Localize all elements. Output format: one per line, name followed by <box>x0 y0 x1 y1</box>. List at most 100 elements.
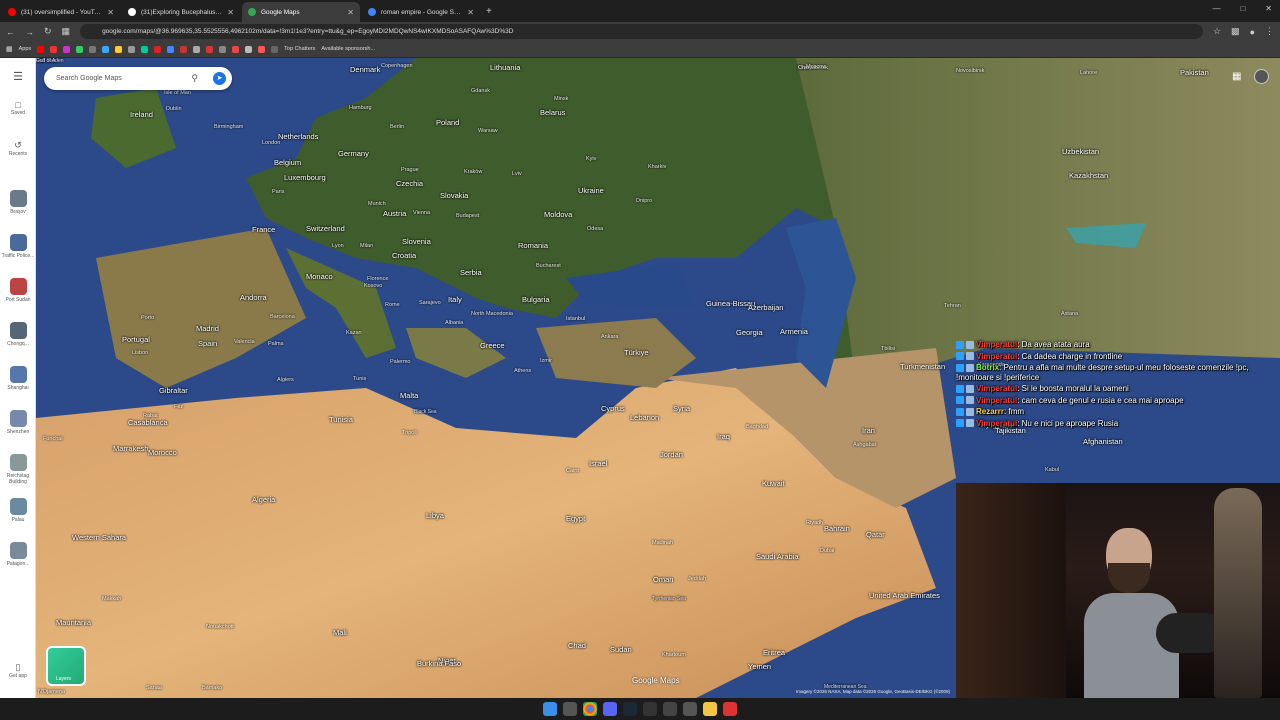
bookmark-icon[interactable] <box>154 45 162 53</box>
tab-close-icon[interactable]: ✕ <box>467 8 474 17</box>
map-place-label[interactable]: Bucharest <box>536 263 561 269</box>
map-place-label[interactable]: Riyadh <box>806 520 823 526</box>
map-place-label[interactable]: Kraków <box>464 169 482 175</box>
map-place-label[interactable]: Kyiv <box>586 156 596 162</box>
map-place-label[interactable]: Slovakia <box>440 191 468 200</box>
map-place-label[interactable]: Malta <box>400 391 418 400</box>
map-place-label[interactable]: Gibraltar <box>159 386 188 395</box>
map-place-label[interactable]: Burkina Faso <box>417 659 461 668</box>
map-place-label[interactable]: Jordan <box>660 450 683 459</box>
bookmark-icon[interactable] <box>180 45 188 53</box>
map-place-label[interactable]: Georgia <box>736 328 763 337</box>
map-place-label[interactable]: Lyon <box>332 243 344 249</box>
map-place-label[interactable]: Milan <box>360 243 373 249</box>
map-place-label[interactable]: Porto <box>141 315 154 321</box>
map-place-label[interactable]: N'Djamena <box>38 689 65 695</box>
steam-icon[interactable] <box>623 702 637 716</box>
map-place-label[interactable]: Prague <box>401 167 419 173</box>
bookmark-icon[interactable] <box>128 45 136 53</box>
map-place-label[interactable]: Yemen <box>748 662 771 671</box>
map-place-label[interactable]: Rome <box>385 302 400 308</box>
bookmark-icon[interactable] <box>102 45 110 53</box>
map-place-label[interactable]: Algiers <box>277 377 294 383</box>
bookmark-icon[interactable] <box>206 45 214 53</box>
map-place-label[interactable]: Andorra <box>240 293 267 302</box>
map-place-label[interactable]: Sanaa <box>146 685 162 691</box>
map-place-label[interactable]: Lebanon <box>630 413 659 422</box>
map-place-label[interactable]: Cairo <box>566 468 579 474</box>
map-place-label[interactable]: Isle of Man <box>164 90 191 96</box>
map-place-label[interactable]: Libya <box>426 511 444 520</box>
map-place-label[interactable]: Spain <box>198 339 217 348</box>
map-place-label[interactable]: Bulgaria <box>522 295 550 304</box>
map-place-label[interactable]: London <box>262 140 280 146</box>
map-place-label[interactable]: Pakistan <box>1180 68 1209 77</box>
apps-icon[interactable]: ▦ <box>6 45 13 53</box>
recent-place-item[interactable]: Traffic Police... <box>0 234 36 259</box>
url-field[interactable]: google.com/maps/@36.969635,35.5525556,49… <box>80 24 1203 39</box>
map-place-label[interactable]: Dubai <box>820 548 834 554</box>
bookmark-icon[interactable] <box>89 45 97 53</box>
map-place-label[interactable]: Novosibirsk <box>956 68 984 74</box>
map-place-label[interactable]: Israel <box>589 459 607 468</box>
discord-icon[interactable] <box>603 702 617 716</box>
map-place-label[interactable]: Turkmenistan <box>900 362 945 371</box>
recent-place-item[interactable]: Braşov <box>0 190 36 215</box>
map-place-label[interactable]: Azerbaijan <box>748 303 783 312</box>
tab-close-icon[interactable]: ✕ <box>107 8 114 17</box>
map-place-label[interactable]: Gulf of Aden <box>36 58 64 64</box>
search-icon[interactable]: ⚲ <box>191 67 198 90</box>
map-place-label[interactable]: Palma <box>268 341 284 347</box>
bookmark-icon[interactable] <box>141 45 149 53</box>
maximize-icon[interactable]: □ <box>1240 4 1245 13</box>
browser-tab[interactable]: (31) oversimplified - YouTube ✕ <box>2 2 120 22</box>
app-icon[interactable] <box>683 702 697 716</box>
bookmark-icon[interactable] <box>76 45 84 53</box>
map-place-label[interactable]: Tunisia <box>329 415 353 424</box>
map-place-label[interactable]: Athens <box>514 368 531 374</box>
map-place-label[interactable]: Madinah <box>652 540 673 546</box>
directions-icon[interactable]: ➤ <box>213 72 226 85</box>
map-place-label[interactable]: Tripoli <box>402 430 417 436</box>
map-place-label[interactable]: Belarus <box>540 108 565 117</box>
map-place-label[interactable]: Ashgabat <box>853 442 876 448</box>
map-place-label[interactable]: Ankara <box>601 334 618 340</box>
profile-icon[interactable]: ● <box>1250 27 1255 37</box>
map-place-label[interactable]: Mali <box>333 628 347 637</box>
browser-tab[interactable]: (31)Exploring Bucephalus: The ✕ <box>122 2 240 22</box>
map-place-label[interactable]: Sarajevo <box>419 300 441 306</box>
map-place-label[interactable]: Black Sea <box>414 409 437 415</box>
map-place-label[interactable]: North Macedonia <box>471 311 513 317</box>
menu-icon[interactable]: ☰ <box>0 70 36 83</box>
map-place-label[interactable]: Saudi Arabia <box>756 552 799 561</box>
map-place-label[interactable]: Monaco <box>306 272 333 281</box>
new-tab-icon[interactable]: + <box>486 2 492 22</box>
browser-tab[interactable]: roman empire - Google Search ✕ <box>362 2 480 22</box>
extensions-icon[interactable]: ▩ <box>1231 26 1240 37</box>
back-icon[interactable]: ← <box>6 27 15 37</box>
map-place-label[interactable]: Sudan <box>610 645 632 654</box>
map-place-label[interactable]: Budapest <box>456 213 479 219</box>
bookmark-icon[interactable] <box>258 45 266 53</box>
map-place-label[interactable]: Lahore <box>1080 70 1097 76</box>
map-place-label[interactable]: United Arab Emirates <box>869 591 940 600</box>
map-place-label[interactable]: Gdansk <box>471 88 490 94</box>
bookmark-icon[interactable] <box>115 45 123 53</box>
map-place-label[interactable]: Marrakesh <box>113 444 148 453</box>
map-place-label[interactable]: Oman <box>653 575 673 584</box>
layers-button[interactable]: Layers <box>46 646 86 686</box>
app-icon[interactable] <box>723 702 737 716</box>
map-place-label[interactable]: Iraq <box>717 432 730 441</box>
map-place-label[interactable]: Belgium <box>274 158 301 167</box>
tab-close-icon[interactable]: ✕ <box>347 8 354 17</box>
map-place-label[interactable]: Munich <box>368 201 386 207</box>
map-place-label[interactable]: Bahrain <box>824 524 850 533</box>
recent-place-item[interactable]: Port Sudan <box>0 278 36 303</box>
tab-search-icon[interactable]: ▦ <box>62 26 71 37</box>
get-app-button[interactable]: ▯ Get app <box>0 662 36 679</box>
map-place-label[interactable]: Luxembourg <box>284 173 326 182</box>
map-place-label[interactable]: Kazakhstan <box>1069 171 1108 180</box>
search-icon[interactable] <box>563 702 577 716</box>
map-place-label[interactable]: Baghdad <box>746 424 768 430</box>
bookmark-icon[interactable] <box>193 45 201 53</box>
